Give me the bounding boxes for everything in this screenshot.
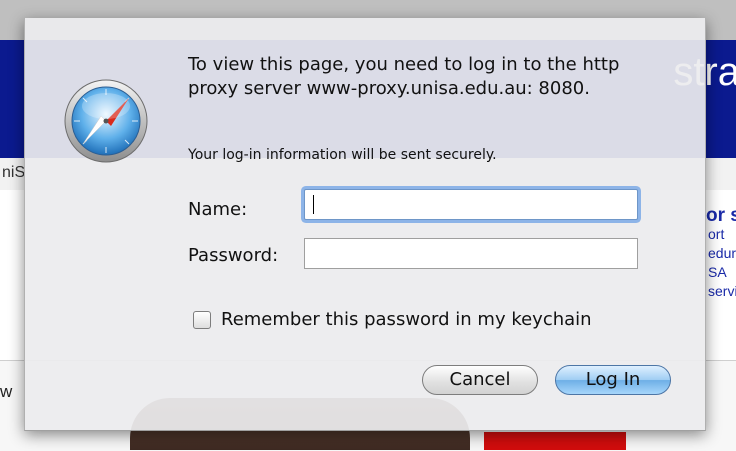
sidebar-link: ort — [708, 226, 725, 242]
nav-strip-text: niS — [2, 164, 26, 181]
remember-password-checkbox[interactable] — [193, 311, 211, 329]
password-field[interactable] — [304, 238, 638, 269]
proxy-login-dialog: To view this page, you need to log in to… — [24, 18, 706, 431]
sidebar-link: edure — [708, 245, 736, 261]
safari-compass-icon — [64, 79, 148, 163]
remember-password-label[interactable]: Remember this password in my keychain — [221, 309, 592, 330]
log-in-button[interactable]: Log In — [555, 365, 671, 395]
dialog-message: To view this page, you need to log in to… — [188, 54, 620, 99]
lower-section-text: w — [0, 382, 13, 401]
sidebar-heading: or s — [706, 205, 736, 226]
cancel-button[interactable]: Cancel — [422, 365, 538, 395]
sidebar-link: servi — [708, 283, 736, 299]
sidebar-link: SA — [708, 264, 727, 280]
site-red-block — [484, 432, 626, 450]
secure-note: Your log-in information will be sent sec… — [188, 147, 497, 163]
password-label: Password: — [188, 245, 279, 266]
name-label: Name: — [188, 199, 248, 220]
name-field[interactable] — [304, 189, 638, 220]
text-caret — [313, 195, 314, 214]
